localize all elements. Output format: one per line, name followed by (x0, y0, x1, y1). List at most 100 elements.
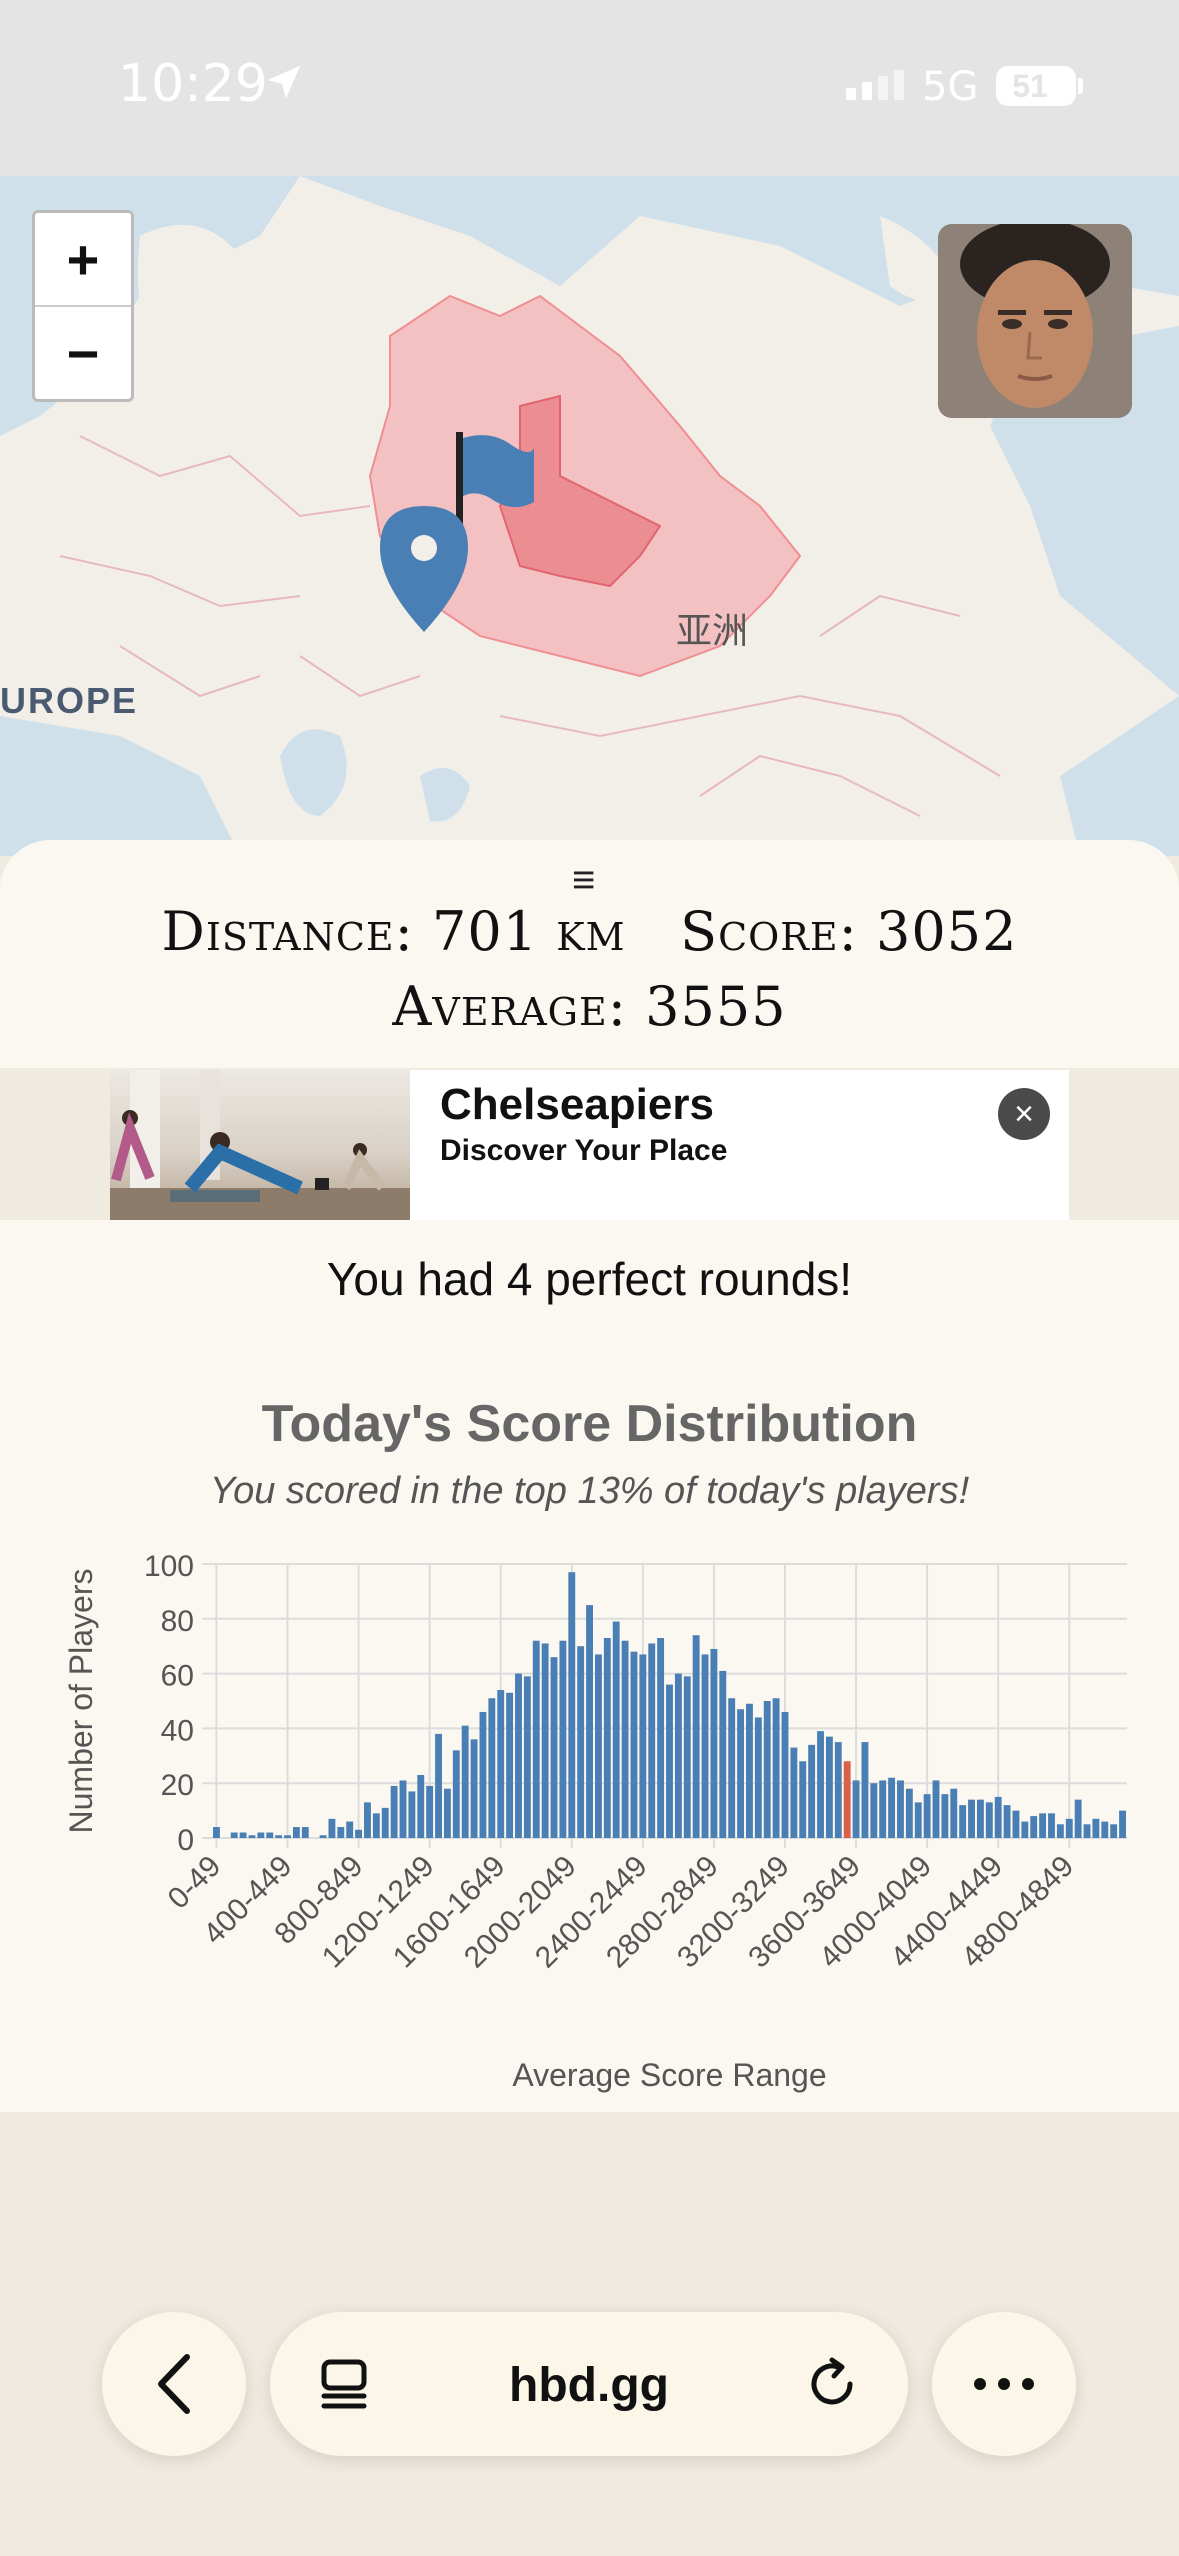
bar (435, 1733, 442, 1838)
bar (772, 1698, 780, 1838)
bar (710, 1648, 718, 1838)
bar (1101, 1821, 1109, 1838)
y-tick-label: 100 (144, 1550, 194, 1583)
bar (266, 1832, 274, 1838)
y-tick-label: 60 (161, 1660, 194, 1693)
zoom-control: + − (32, 210, 134, 402)
bar (479, 1711, 487, 1838)
bar (923, 1794, 931, 1838)
bar (941, 1794, 949, 1838)
ad-subtitle[interactable]: Discover Your Place (440, 1134, 727, 1168)
y-tick-label: 40 (161, 1714, 194, 1747)
bar (746, 1703, 753, 1838)
zoom-out-button[interactable]: − (35, 307, 131, 399)
bar (728, 1698, 736, 1838)
ad-title[interactable]: Chelseapiers (440, 1080, 714, 1130)
network-type: 5G (922, 64, 979, 110)
distance-label: Distance: (161, 900, 414, 963)
status-time: 10:29 (118, 54, 268, 114)
map-label-europe: UROPE (0, 680, 139, 721)
location-arrow-icon (267, 65, 301, 99)
bar (994, 1796, 1002, 1838)
ellipsis-icon (974, 2378, 1034, 2390)
bar (390, 1785, 398, 1838)
bar (1021, 1821, 1029, 1838)
score-label: Score: (680, 900, 858, 963)
ad-banner[interactable]: Chelseapiers Discover Your Place × (110, 1070, 1069, 1220)
bar (1092, 1818, 1100, 1838)
bar (586, 1605, 593, 1838)
bar (559, 1640, 567, 1838)
bar (976, 1799, 984, 1838)
bar (1065, 1818, 1073, 1838)
bar (550, 1657, 558, 1838)
bar (861, 1742, 869, 1838)
bar (532, 1640, 540, 1838)
address-bar[interactable]: hbd.gg (270, 2312, 908, 2456)
bar (470, 1739, 478, 1838)
battery-level: 51 (1012, 68, 1048, 104)
bar (381, 1807, 389, 1838)
bar (426, 1785, 434, 1838)
bar (754, 1717, 762, 1838)
bar (594, 1654, 602, 1838)
chart-title: Today's Score Distribution (261, 1395, 918, 1453)
bar (568, 1572, 576, 1838)
bar (763, 1701, 771, 1838)
bar (337, 1827, 345, 1838)
score-distribution-chart: 0204060801000-49400-449800-8491200-12491… (63, 1550, 1127, 2093)
bar (443, 1788, 451, 1838)
bar (879, 1780, 887, 1838)
bar (257, 1832, 265, 1838)
bar (639, 1654, 647, 1838)
bar (1003, 1805, 1011, 1838)
bar (1012, 1810, 1020, 1838)
bar (399, 1780, 407, 1838)
bar (319, 1835, 327, 1838)
back-button[interactable] (102, 2312, 246, 2456)
bar (417, 1774, 425, 1838)
bar (1110, 1824, 1118, 1838)
bar (870, 1783, 878, 1838)
bar (452, 1750, 460, 1838)
status-bar: 10:29 5G 51 (0, 0, 1179, 176)
chevron-left-icon (158, 2354, 190, 2414)
more-options-button[interactable] (932, 2312, 1076, 2456)
bar (1048, 1813, 1055, 1838)
bar (292, 1827, 300, 1838)
bar (1039, 1813, 1047, 1838)
bar (683, 1676, 691, 1838)
bar (852, 1780, 860, 1838)
y-tick-label: 0 (177, 1824, 194, 1857)
bar (799, 1761, 807, 1838)
bar (621, 1640, 629, 1838)
hamburger-menu-icon[interactable]: ≡ (572, 858, 595, 903)
score-value: 3052 (876, 900, 1018, 963)
zoom-in-button[interactable]: + (35, 213, 131, 307)
bar (808, 1744, 816, 1838)
bar (648, 1643, 656, 1838)
bar (790, 1747, 798, 1838)
bar (541, 1643, 549, 1838)
bar (825, 1736, 833, 1838)
portrait-image[interactable] (938, 224, 1132, 418)
bar (461, 1725, 469, 1838)
bar (888, 1777, 896, 1838)
bar (372, 1813, 380, 1838)
bar (355, 1829, 363, 1838)
x-axis-title: Average Score Range (512, 2057, 826, 2093)
bar (1030, 1816, 1038, 1838)
bar (968, 1799, 975, 1838)
bar (239, 1832, 247, 1838)
bar (230, 1832, 238, 1838)
reload-icon[interactable] (804, 2356, 860, 2412)
close-icon[interactable]: × (998, 1088, 1050, 1140)
bar (950, 1788, 958, 1838)
bar (657, 1637, 665, 1838)
y-tick-label: 80 (161, 1605, 194, 1638)
perfect-rounds-text: You had 4 perfect rounds! (326, 1253, 853, 1305)
bar (488, 1698, 496, 1838)
bar (248, 1835, 256, 1838)
ad-image[interactable] (110, 1070, 410, 1220)
bar (834, 1742, 842, 1838)
